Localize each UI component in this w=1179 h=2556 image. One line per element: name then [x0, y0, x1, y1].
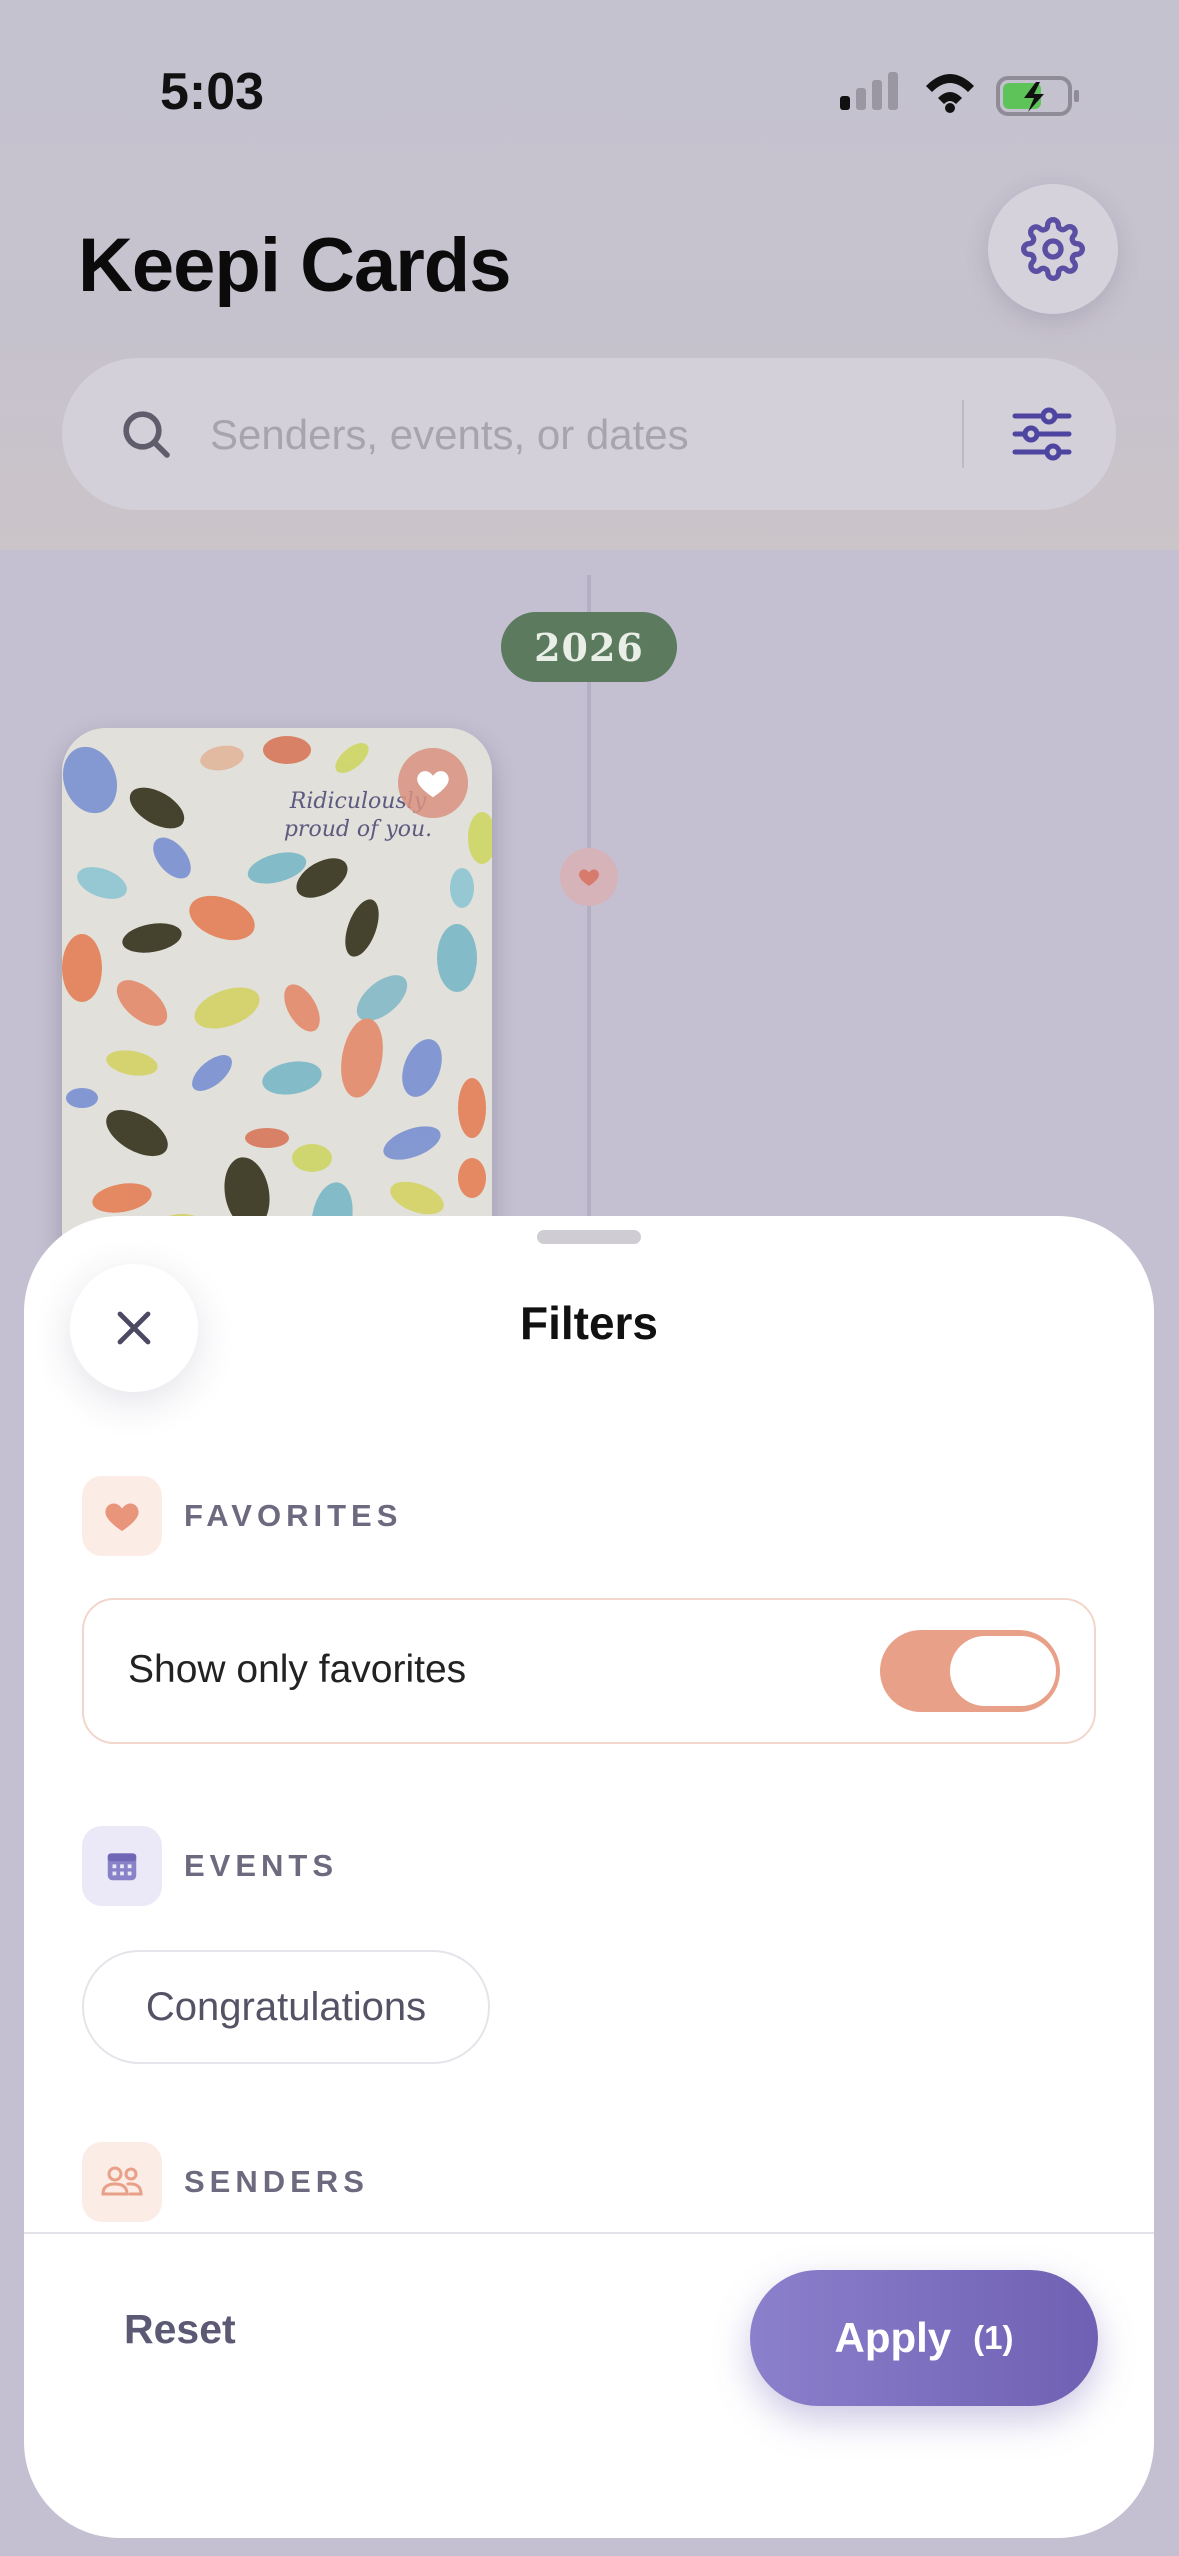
- apply-count: (1): [973, 2319, 1014, 2356]
- timeline-heart-marker: [560, 848, 618, 906]
- favorites-toggle-label: Show only favorites: [128, 1648, 467, 1691]
- search-divider: [962, 400, 964, 468]
- search-icon: [123, 411, 170, 458]
- page-title: Keepi Cards: [78, 223, 511, 308]
- apply-button[interactable]: Apply (1): [750, 2270, 1098, 2406]
- heart-icon: [105, 1503, 139, 1531]
- reset-button[interactable]: Reset: [124, 2306, 236, 2353]
- filter-button[interactable]: [992, 388, 1092, 480]
- senders-section-label: SENDERS: [184, 2164, 369, 2199]
- greeting-card[interactable]: Ridiculously proud of you.: [62, 728, 492, 1288]
- cellular-signal-icon: [840, 72, 898, 110]
- settings-button[interactable]: [988, 184, 1118, 314]
- status-icons: [840, 66, 1080, 126]
- status-time: 5:03: [160, 63, 265, 121]
- apply-label: Apply: [834, 2314, 952, 2361]
- senders-section-icon: [82, 2142, 162, 2222]
- heart-icon: [579, 869, 599, 886]
- favorites-section-icon: [82, 1476, 162, 1556]
- filters-sheet: Filters FAVORITES Show only favorites EV…: [24, 1216, 1154, 2538]
- favorites-toggle[interactable]: [880, 1630, 1060, 1712]
- card-favorite-badge[interactable]: [398, 748, 468, 818]
- search-bar: [62, 358, 1116, 510]
- events-section-icon: [82, 1826, 162, 1906]
- sheet-title: Filters: [519, 1297, 659, 1349]
- event-chip-congratulations[interactable]: Congratulations: [82, 1950, 490, 2064]
- search-input[interactable]: [208, 394, 992, 476]
- toggle-knob: [950, 1636, 1056, 1706]
- footer-divider: [24, 2232, 1154, 2234]
- wifi-icon: [926, 74, 974, 113]
- events-section-label: EVENTS: [184, 1848, 339, 1883]
- battery-icon: [996, 76, 1079, 116]
- calendar-icon: [107, 1853, 137, 1881]
- favorites-section-label: FAVORITES: [184, 1498, 403, 1533]
- sliders-icon: [1012, 407, 1072, 461]
- year-badge: 2026: [501, 612, 677, 682]
- gear-icon: [1021, 217, 1085, 281]
- heart-icon: [417, 771, 449, 798]
- people-icon: [101, 2166, 143, 2196]
- sheet-grabber[interactable]: [537, 1230, 641, 1244]
- favorites-toggle-row[interactable]: Show only favorites: [82, 1598, 1096, 1744]
